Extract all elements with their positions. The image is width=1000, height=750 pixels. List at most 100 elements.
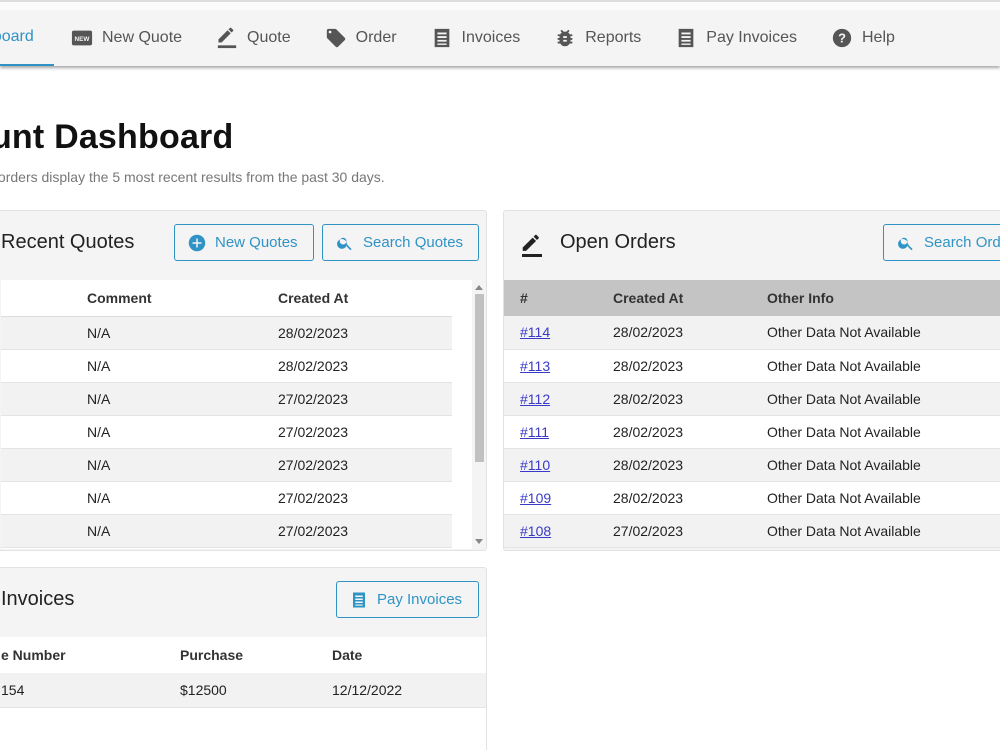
open-orders-panel: Open Orders Search Ord # Created At Othe… [503,210,1000,551]
page-title: ount Dashboard [0,118,234,156]
column-header-purchase[interactable]: Purchase [180,637,332,673]
tag-icon [326,28,345,48]
order-link[interactable]: #108 [520,523,551,539]
order-link[interactable]: #114 [520,324,550,340]
scroll-up-arrow[interactable] [475,285,483,290]
nav-item-quote[interactable]: Quote [199,10,308,66]
created-at-cell: 27/02/2023 [278,481,452,515]
table-row: #114 28/02/2023 Other Data Not Available [504,316,1000,350]
quotes-table-container: Comment Created At N/A 28/02/2023 N/A 28/0… [1,280,472,549]
search-quotes-button[interactable]: Search Quotes [322,224,479,261]
order-link[interactable]: #112 [520,391,550,407]
other-info-cell: Other Data Not Available [767,316,1000,350]
button-label: Search Quotes [363,234,464,251]
column-header-number[interactable]: # [504,280,613,316]
column-header-comment[interactable]: Comment [87,280,278,317]
table-row[interactable]: N/A 27/02/2023 [1,514,452,548]
comment-cell: N/A [87,349,278,383]
nav-item-label: New Quote [102,29,183,46]
table-row[interactable]: N/A 27/02/2023 [1,382,452,416]
table-row: #110 28/02/2023 Other Data Not Available [504,448,1000,482]
created-at-cell: 28/02/2023 [278,349,452,383]
nav-item-order[interactable]: Order [308,10,414,66]
column-header-created-at[interactable]: Created At [613,280,767,316]
order-link[interactable]: #109 [520,490,551,506]
table-row[interactable]: N/A 27/02/2023 [1,481,452,515]
nav-item-reports[interactable]: Reports [537,10,658,66]
column-header-date[interactable]: Date [332,637,486,673]
other-info-cell: Other Data Not Available [767,481,1000,515]
panel-title: Invoices [1,588,75,610]
table-header-row: # Created At Other Info [504,280,1000,316]
top-navigation-bar: ashboard NEW New Quote Quote Order Invoi… [0,0,1000,66]
table-row: #108 27/02/2023 Other Data Not Available [504,514,1000,548]
column-header-invoice-number[interactable]: e Number [0,637,180,673]
nav-item-dashboard[interactable]: ashboard [0,10,54,66]
panel-title: Recent Quotes [1,231,135,253]
created-at-cell: 28/02/2023 [613,415,767,449]
quotes-table: Comment Created At N/A 28/02/2023 N/A 28/0… [1,280,452,548]
main-nav: ashboard NEW New Quote Quote Order Invoi… [0,10,912,66]
date-cell: 12/12/2022 [332,673,486,708]
button-label: Pay Invoices [377,591,463,608]
other-info-cell: Other Data Not Available [767,349,1000,383]
bug-icon [557,29,573,47]
search-icon [898,237,913,250]
panel-header: Open Orders Search Ord [504,211,1000,281]
pencil-icon [522,234,542,257]
comment-cell: N/A [87,415,278,449]
new-quotes-button[interactable]: New Quotes [174,224,314,261]
nav-item-new-quote[interactable]: NEW New Quote [54,10,199,66]
document-list-icon [353,592,365,607]
created-at-cell: 28/02/2023 [613,316,767,350]
search-icon [337,237,352,250]
comment-cell: N/A [87,382,278,416]
scrollbar-thumb[interactable] [475,294,484,462]
invoices-panel: Invoices Pay Invoices e Number Purchase … [0,567,487,750]
panel-title: Open Orders [560,231,676,253]
scroll-down-arrow[interactable] [475,539,483,544]
order-link[interactable]: #110 [520,457,550,473]
new-badge-icon: NEW [71,30,93,46]
nav-item-invoices[interactable]: Invoices [414,10,538,66]
table-row: #113 28/02/2023 Other Data Not Available [504,349,1000,383]
comment-cell: N/A [87,316,278,350]
comment-cell: N/A [87,481,278,515]
comment-cell: N/A [87,514,278,548]
document-list-icon [434,28,449,48]
nav-item-label: Pay Invoices [706,29,797,46]
recent-quotes-panel: Recent Quotes New Quotes Search Quotes C… [0,210,487,551]
nav-item-help[interactable]: ? Help [814,10,912,66]
table-row[interactable]: N/A 28/02/2023 [1,349,452,383]
order-link[interactable]: #113 [520,358,550,374]
table-row[interactable]: N/A 27/02/2023 [1,415,452,449]
nav-item-label: ashboard [0,28,34,45]
table-header-row: e Number Purchase Date [0,637,486,673]
table-row: #112 28/02/2023 Other Data Not Available [504,382,1000,416]
created-at-cell: 27/02/2023 [278,514,452,548]
nav-item-label: Invoices [461,29,521,46]
column-header-created-at[interactable]: Created At [278,280,452,317]
search-orders-button[interactable]: Search Ord [883,224,1000,261]
svg-text:?: ? [838,31,846,46]
panel-header: Recent Quotes New Quotes Search Quotes [0,211,486,281]
created-at-cell: 27/02/2023 [278,448,452,482]
table-row: #111 28/02/2023 Other Data Not Available [504,415,1000,449]
column-header-other-info[interactable]: Other Info [767,280,1000,316]
orders-table: # Created At Other Info #114 28/02/2023 Ot… [504,280,1000,548]
created-at-cell: 28/02/2023 [613,382,767,416]
vertical-scrollbar[interactable] [472,280,486,549]
page-subtitle: es and orders display the 5 most recent … [0,169,385,185]
table-row[interactable]: N/A 28/02/2023 [1,316,452,350]
table-row[interactable]: N/A 27/02/2023 [1,448,452,482]
nav-item-label: Quote [247,29,291,46]
help-circle-icon: ? [832,28,852,48]
other-info-cell: Other Data Not Available [767,448,1000,482]
pay-invoices-button[interactable]: Pay Invoices [336,581,479,618]
table-row[interactable]: 154 $12500 12/12/2022 [0,673,486,708]
document-list-icon [678,28,694,48]
svg-text:NEW: NEW [75,36,91,43]
order-link[interactable]: #111 [520,424,549,440]
nav-item-pay-invoices[interactable]: Pay Invoices [658,10,814,66]
pencil-icon [217,27,237,49]
